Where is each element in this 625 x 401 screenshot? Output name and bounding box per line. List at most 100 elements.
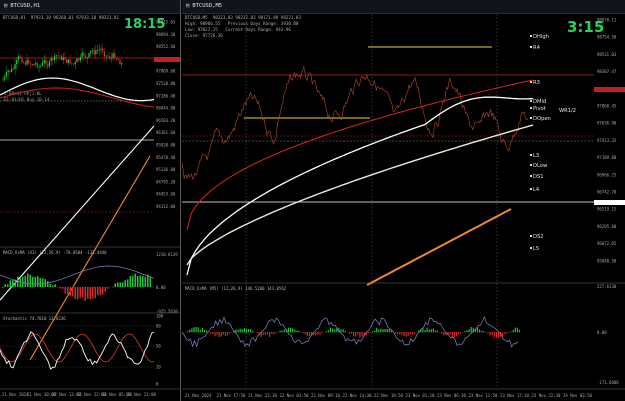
candle-body bbox=[114, 53, 116, 59]
candle-body bbox=[88, 53, 90, 58]
macd-histogram-bar bbox=[317, 332, 319, 335]
current-price-tag bbox=[594, 87, 625, 92]
candle-body bbox=[17, 56, 20, 60]
macd-histogram-bar bbox=[422, 328, 424, 333]
macd-histogram-bar bbox=[137, 276, 139, 287]
time-axis-tick: 24 Nov 03:50 bbox=[563, 393, 592, 398]
macd-histogram-bar bbox=[344, 330, 346, 333]
macd-histogram-bar bbox=[94, 287, 96, 299]
macd-histogram-bar bbox=[449, 332, 451, 335]
m5-chart-canvas[interactable]: 98978.1198754.5898531.0398307.4798084.00… bbox=[182, 0, 625, 401]
h1-chart-canvas[interactable]: 99015.6598894.3098552.6098211.0097869.60… bbox=[0, 0, 180, 401]
macd-histogram-bar bbox=[458, 332, 460, 335]
level-label-r4: R4 bbox=[533, 45, 541, 51]
macd-histogram-bar bbox=[144, 276, 146, 287]
macd-histogram-bar bbox=[201, 327, 203, 333]
candle-body bbox=[100, 48, 102, 50]
stochastic-signal-line bbox=[0, 333, 155, 363]
macd-histogram-bar bbox=[29, 274, 31, 287]
macd-histogram-bar bbox=[132, 275, 134, 287]
macd-histogram-bar bbox=[302, 332, 304, 334]
stochastic-tick: 50 bbox=[156, 344, 161, 349]
macd-histogram-bar bbox=[69, 287, 71, 296]
time-axis-tick: 23 Nov 17:10 bbox=[500, 393, 529, 398]
macd-histogram-bar bbox=[298, 330, 300, 333]
macd-histogram-bar bbox=[399, 332, 401, 335]
candle-body bbox=[55, 55, 57, 57]
macd-histogram-bar bbox=[388, 329, 390, 333]
macd-histogram-bar bbox=[49, 283, 51, 287]
macd-histogram-bar bbox=[22, 276, 24, 287]
stochastic-label: Stochastic 74.7018 12.8236 bbox=[3, 316, 66, 321]
level-marker bbox=[530, 175, 532, 177]
macd-histogram-bar bbox=[453, 332, 455, 338]
price-axis-tick: 96519.15 bbox=[597, 207, 617, 212]
macd-histogram-bar bbox=[256, 332, 258, 333]
macd-histogram-bar bbox=[384, 328, 386, 333]
macd-histogram-bar bbox=[332, 328, 334, 333]
price-axis-tick: 95848.50 bbox=[597, 258, 617, 263]
macd-histogram-bar bbox=[119, 282, 121, 287]
candle-body bbox=[112, 53, 114, 58]
macd-histogram-bar bbox=[59, 287, 61, 289]
macd-histogram-bar bbox=[290, 327, 292, 333]
macd-histogram-bar bbox=[117, 282, 119, 287]
candle-body bbox=[2, 79, 4, 81]
level-marker bbox=[530, 154, 532, 156]
stochastic-tick: 20 bbox=[156, 365, 161, 370]
candle-body bbox=[57, 55, 59, 57]
time-axis-tick: 23 Nov 01:10 bbox=[406, 393, 435, 398]
level-marker bbox=[530, 247, 532, 249]
level-label-l5: L5 bbox=[533, 246, 539, 252]
macd-histogram-bar bbox=[37, 276, 39, 287]
candle-body bbox=[119, 59, 121, 65]
time-axis-tick: 22 Nov 09:10 bbox=[311, 393, 340, 398]
macd-histogram-bar bbox=[187, 331, 189, 333]
macd-histogram-bar bbox=[229, 332, 231, 334]
time-axis-tick: 23 Nov 06:30 bbox=[437, 393, 466, 398]
candle-body bbox=[38, 66, 40, 68]
macd-histogram-bar bbox=[39, 277, 41, 287]
macd-histogram-bar bbox=[434, 330, 437, 333]
macd-histogram-bar bbox=[512, 329, 514, 333]
price-axis-tick: 96295.60 bbox=[597, 224, 617, 229]
macd-tick: 227.6130 bbox=[597, 284, 617, 289]
level-marker bbox=[530, 35, 532, 37]
macd-histogram-bar bbox=[189, 329, 191, 333]
macd-histogram-bar bbox=[460, 332, 462, 334]
candle-body bbox=[109, 56, 111, 59]
macd-histogram-bar bbox=[504, 332, 506, 334]
level-label-s2: DS2 bbox=[533, 234, 544, 240]
time-axis-tick: 21 Nov 17:50 bbox=[217, 393, 246, 398]
level-label-s1: DS1 bbox=[533, 174, 544, 180]
time-axis-tick: 21 Nov 2024 bbox=[185, 393, 212, 398]
candle-body bbox=[62, 57, 64, 61]
macd-histogram-bar bbox=[195, 327, 197, 333]
macd-histogram-bar bbox=[327, 330, 329, 333]
level-label-l4: L4 bbox=[533, 187, 540, 193]
macd-histogram-bar bbox=[19, 278, 21, 287]
macd-histogram-bar bbox=[294, 329, 296, 333]
candle-body bbox=[36, 62, 38, 68]
macd-histogram-bar bbox=[357, 332, 359, 335]
macd-histogram-bar bbox=[308, 332, 311, 337]
macd-histogram-bar bbox=[252, 330, 254, 333]
macd-histogram-bar bbox=[361, 332, 363, 337]
level-label-mid: DMid bbox=[533, 99, 546, 105]
macd-histogram-bar bbox=[497, 332, 500, 338]
price-axis-tick: 97189.80 bbox=[597, 155, 617, 160]
level-label-dhigh: DHigh bbox=[533, 34, 549, 40]
candle-body bbox=[40, 65, 42, 67]
macd-histogram-bar bbox=[340, 329, 342, 333]
macd-histogram-bar bbox=[279, 330, 281, 333]
candle-body bbox=[102, 48, 104, 52]
macd-histogram-bar bbox=[67, 287, 69, 294]
candle-body bbox=[110, 57, 112, 59]
stochastic-tick: 100 bbox=[156, 314, 164, 319]
candle-body bbox=[98, 49, 100, 51]
chart-window-btcusd-m5[interactable]: ▤ BTCUSD,M5 BTCUSD,M5 98223.83 98222.83 9… bbox=[182, 0, 625, 401]
macd-tick: 0.00 bbox=[597, 330, 607, 335]
moving-average-red bbox=[186, 79, 534, 231]
macd-histogram-bar bbox=[17, 276, 19, 287]
chart-window-btcusd-h1[interactable]: ▤ BTCUSD,H1 BTCUSD,H1 97933.10 98268.81 9… bbox=[0, 0, 181, 401]
